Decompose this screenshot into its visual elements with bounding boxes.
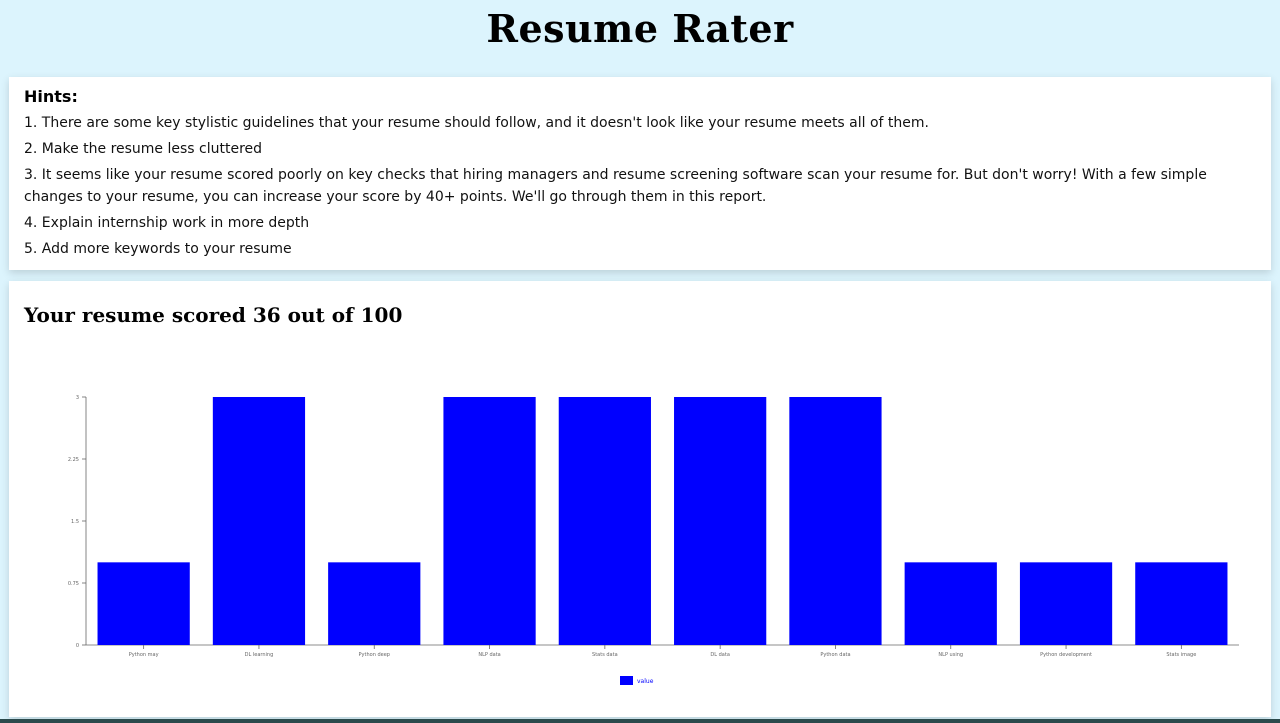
bars [97, 397, 1228, 645]
hint-item-4: 4. Explain internship work in more depth [24, 215, 310, 231]
hint-item-5: 5. Add more keywords to your resume [24, 241, 292, 257]
x-tick-label: Python data [820, 652, 850, 658]
keyword-bar-chart: 00.751.52.253 Python may DL learning Pytho… [68, 395, 1239, 685]
hint-item-3: 3. It seems like your resume scored poor… [24, 167, 1207, 205]
y-axis: 0 0.75 1.5 2.25 3 [68, 395, 87, 649]
x-tick-label: Stats data [592, 652, 618, 658]
x-tick-label: DL data [710, 652, 730, 658]
x-tick-label: NLP data [478, 652, 500, 658]
hints-title: Hints: [24, 87, 78, 106]
x-tick-label: DL learning [245, 652, 274, 658]
y-tick-label: 0 [76, 643, 79, 649]
app-title: Resume Rater [486, 6, 794, 51]
bar[interactable] [443, 397, 536, 645]
x-tick-label: NLP using [938, 652, 963, 658]
hint-item-1: 1. There are some key stylistic guidelin… [24, 115, 929, 131]
y-tick-label: 3 [76, 395, 79, 401]
x-tick-label: Python development [1040, 652, 1092, 658]
hints-card: Hints: 1. There are some key stylistic g… [9, 77, 1271, 270]
bar[interactable] [674, 397, 767, 645]
x-axis: Python may DL learning Python deep NLP data… [86, 644, 1239, 658]
legend-swatch [620, 676, 633, 685]
y-tick-label: 1.5 [71, 519, 79, 525]
legend-label: value [637, 678, 654, 685]
bar[interactable] [789, 397, 882, 645]
y-tick-label: 0.75 [68, 581, 79, 587]
bottom-strip [0, 719, 1280, 723]
score-card: Your resume scored 36 out of 100 0 0.75 1.… [9, 281, 1271, 717]
x-tick-label: Stats image [1166, 652, 1196, 658]
bar[interactable] [1019, 562, 1113, 645]
bar[interactable] [212, 397, 306, 645]
bar[interactable] [1135, 562, 1228, 645]
x-tick-label: Python deep [359, 652, 390, 658]
legend: value [620, 676, 654, 685]
bar[interactable] [558, 397, 651, 645]
x-tick-label: Python may [129, 652, 159, 658]
bar[interactable] [97, 562, 190, 645]
bar[interactable] [328, 562, 421, 645]
y-tick-label: 2.25 [68, 457, 79, 463]
bar[interactable] [904, 562, 997, 645]
hint-item-2: 2. Make the resume less cluttered [24, 141, 263, 157]
